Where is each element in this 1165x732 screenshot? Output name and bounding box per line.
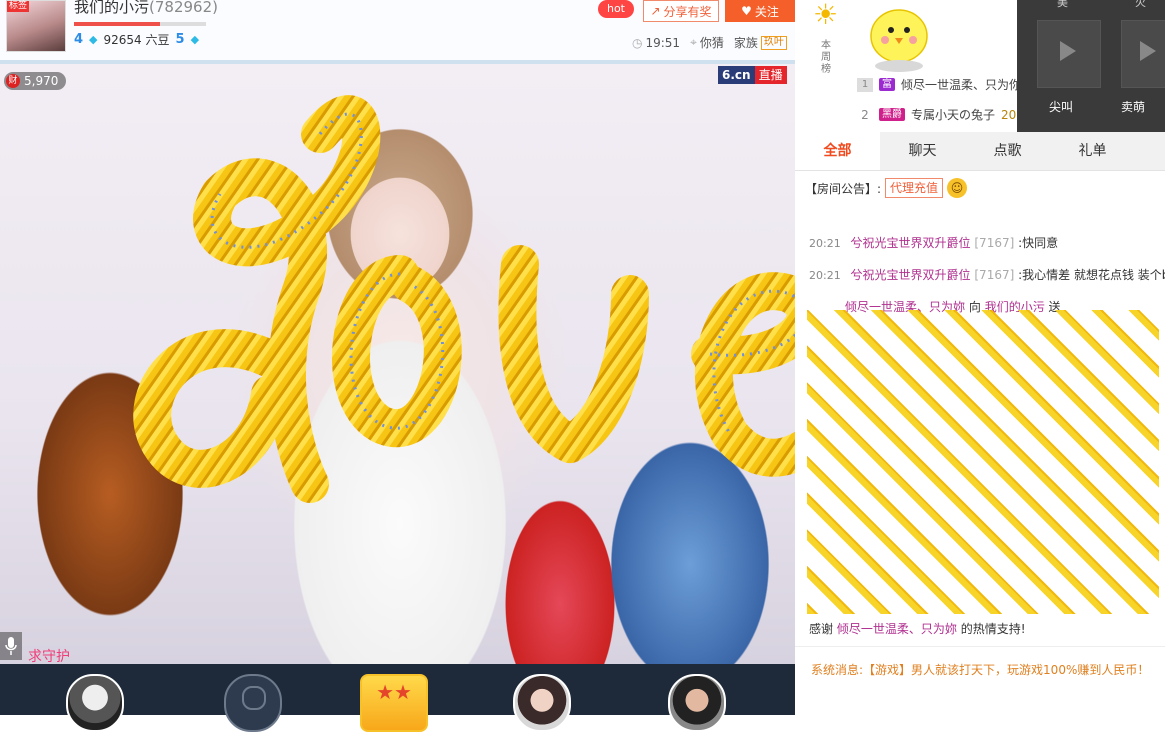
message-user[interactable]: 兮祝光宝世界双升爵位 xyxy=(851,236,971,250)
play-icon xyxy=(1060,41,1076,61)
room-meta: ◷ 19:51 ⌖ 你猜 家族 玖叶 xyxy=(632,34,787,51)
clip-label: 尖叫 xyxy=(1049,100,1074,114)
vip-badge: 黑爵 xyxy=(879,108,905,121)
clip-cute[interactable] xyxy=(1121,20,1165,88)
tab-all[interactable]: 全部 xyxy=(795,132,880,170)
location-icon: ⌖ xyxy=(690,35,697,49)
microphone-icon[interactable] xyxy=(0,632,22,660)
love-gift-effect xyxy=(133,95,795,503)
right-panel: ☀ 本周榜 1 富 倾尽一世温柔、只为你 3000 2 黑爵 专属小天の兔子 2… xyxy=(795,0,1165,715)
wealth-value: 5,970 xyxy=(24,74,59,88)
message-user-id: [7167] xyxy=(974,236,1015,250)
follow-button[interactable]: ♥ 关注 xyxy=(725,0,795,22)
live-video[interactable]: 财 5,970 6.cn 直播 求守护 xyxy=(0,64,795,664)
guard-star-icon[interactable]: ★★ xyxy=(360,674,428,732)
chat-tabs: 全部 聊天 点歌 礼单 xyxy=(795,132,1165,171)
message-user[interactable]: 兮祝光宝世界双升爵位 xyxy=(851,268,971,282)
room-id: (782962) xyxy=(149,0,218,16)
thanks-suffix: 的热情支持! xyxy=(960,622,1026,636)
clip-label: 卖萌 xyxy=(1121,100,1146,114)
share-icon: ↗ xyxy=(650,4,661,18)
thanks-prefix: 感谢 xyxy=(809,622,834,636)
heart-icon: ♥ xyxy=(741,4,752,18)
chat-message: 20:21 兮祝光宝世界双升爵位 [7167] :快同意 xyxy=(809,234,1058,251)
system-message[interactable]: 系统消息:【游戏】男人就该打天下，玩游戏100%赚到人民币！ xyxy=(795,646,1165,692)
tab-gifts[interactable]: 礼单 xyxy=(1050,132,1135,170)
message-text: :我心情差 就想花点钱 装个b xyxy=(1018,268,1165,282)
follow-label: 关注 xyxy=(754,4,779,19)
clip-top-label: 美 xyxy=(1057,0,1068,9)
rank-user-name: 专属小天の兔子 xyxy=(911,108,996,122)
guard-strip: ★★ xyxy=(0,664,795,732)
diamond-icon: ◆ xyxy=(89,33,98,46)
host-name-text: 我们的小污 xyxy=(74,0,150,16)
sun-icon: ☀ xyxy=(813,0,839,31)
share-label: 分享有奖 xyxy=(663,4,712,19)
host-stats: 4 ◆ 92654 六豆 5 ◆ xyxy=(74,31,199,48)
host-avatar[interactable]: 标签 xyxy=(6,0,66,52)
message-user-id: [7167] xyxy=(974,268,1015,282)
wealth-level: 4 xyxy=(74,32,84,47)
guard-avatar[interactable] xyxy=(66,674,124,732)
share-button[interactable]: ↗ 分享有奖 xyxy=(643,0,719,22)
rank-row[interactable]: 2 黑爵 专属小天の兔子 200 xyxy=(857,106,1024,123)
hot-button[interactable]: hot xyxy=(598,0,634,18)
location-text: 你猜 xyxy=(699,36,724,50)
room-header: 标签 我们的小污(782962) 4 ◆ 92654 六豆 5 ◆ hot ↗ … xyxy=(0,0,795,64)
rank-area: ☀ 本周榜 1 富 倾尽一世温柔、只为你 3000 2 黑爵 专属小天の兔子 2… xyxy=(795,0,1165,132)
tab-chat[interactable]: 聊天 xyxy=(880,132,965,170)
star-level: 5 xyxy=(175,32,185,47)
avatar-badge: 标签 xyxy=(7,1,30,12)
weekly-rank-label[interactable]: 本周榜 xyxy=(817,40,835,76)
family-label: 家族 xyxy=(733,36,758,50)
level-progress-fill xyxy=(74,22,160,26)
thanks-message: 感谢 倾尽一世温柔、只为妳 的热情支持! xyxy=(809,620,1026,637)
gift-icons-area xyxy=(807,310,1159,614)
family-tag[interactable]: 玖叶 xyxy=(760,35,787,50)
room-announcement: 【房间公告】: 代理充值 ☺ xyxy=(805,178,968,198)
vip-badge: 富 xyxy=(879,78,895,91)
level-progress-bar xyxy=(74,22,206,26)
announce-label: 【房间公告】: xyxy=(805,181,882,196)
sound-clip-panel: 美 火 尖叫 卖萌 xyxy=(1017,0,1165,132)
logo-live: 直播 xyxy=(754,66,787,84)
host-name[interactable]: 我们的小污(782962) xyxy=(74,0,218,17)
wealth-badge: 财 5,970 xyxy=(4,72,67,90)
chick-mascot-icon xyxy=(870,9,928,72)
bean-count: 92654 六豆 xyxy=(103,33,170,47)
rank-number: 1 xyxy=(857,77,873,92)
wealth-icon: 财 xyxy=(6,74,20,88)
smile-emoji-icon: ☺ xyxy=(947,178,968,198)
clock-icon: ◷ xyxy=(632,35,643,50)
chat-log[interactable]: 【房间公告】: 代理充值 ☺ 20:21 兮祝光宝世界双升爵位 [7167] :… xyxy=(795,170,1165,640)
empty-guard-avatar[interactable] xyxy=(224,674,282,732)
rank-user-name: 倾尽一世温柔、只为你 xyxy=(901,78,1022,92)
message-text: :快同意 xyxy=(1018,236,1059,250)
logo-site: 6.cn xyxy=(718,66,755,84)
diamond-icon: ◆ xyxy=(190,33,200,46)
tab-song[interactable]: 点歌 xyxy=(965,132,1050,170)
guard-avatar[interactable] xyxy=(513,674,571,732)
clip-scream[interactable] xyxy=(1037,20,1101,88)
guard-avatar[interactable] xyxy=(668,674,726,732)
clip-top-label: 火 xyxy=(1135,0,1146,9)
message-time: 20:21 xyxy=(809,269,841,282)
announce-tag[interactable]: 代理充值 xyxy=(885,178,944,198)
guard-request-text[interactable]: 求守护 xyxy=(28,646,70,664)
rank-number: 2 xyxy=(861,107,869,122)
message-time: 20:21 xyxy=(809,237,841,250)
play-icon xyxy=(1140,41,1156,61)
live-time: 19:51 xyxy=(645,35,681,50)
thanks-user[interactable]: 倾尽一世温柔、只为妳 xyxy=(837,622,957,636)
site-logo: 6.cn 直播 xyxy=(718,66,787,84)
chat-message: 20:21 兮祝光宝世界双升爵位 [7167] :我心情差 就想花点钱 装个b xyxy=(809,266,1165,283)
